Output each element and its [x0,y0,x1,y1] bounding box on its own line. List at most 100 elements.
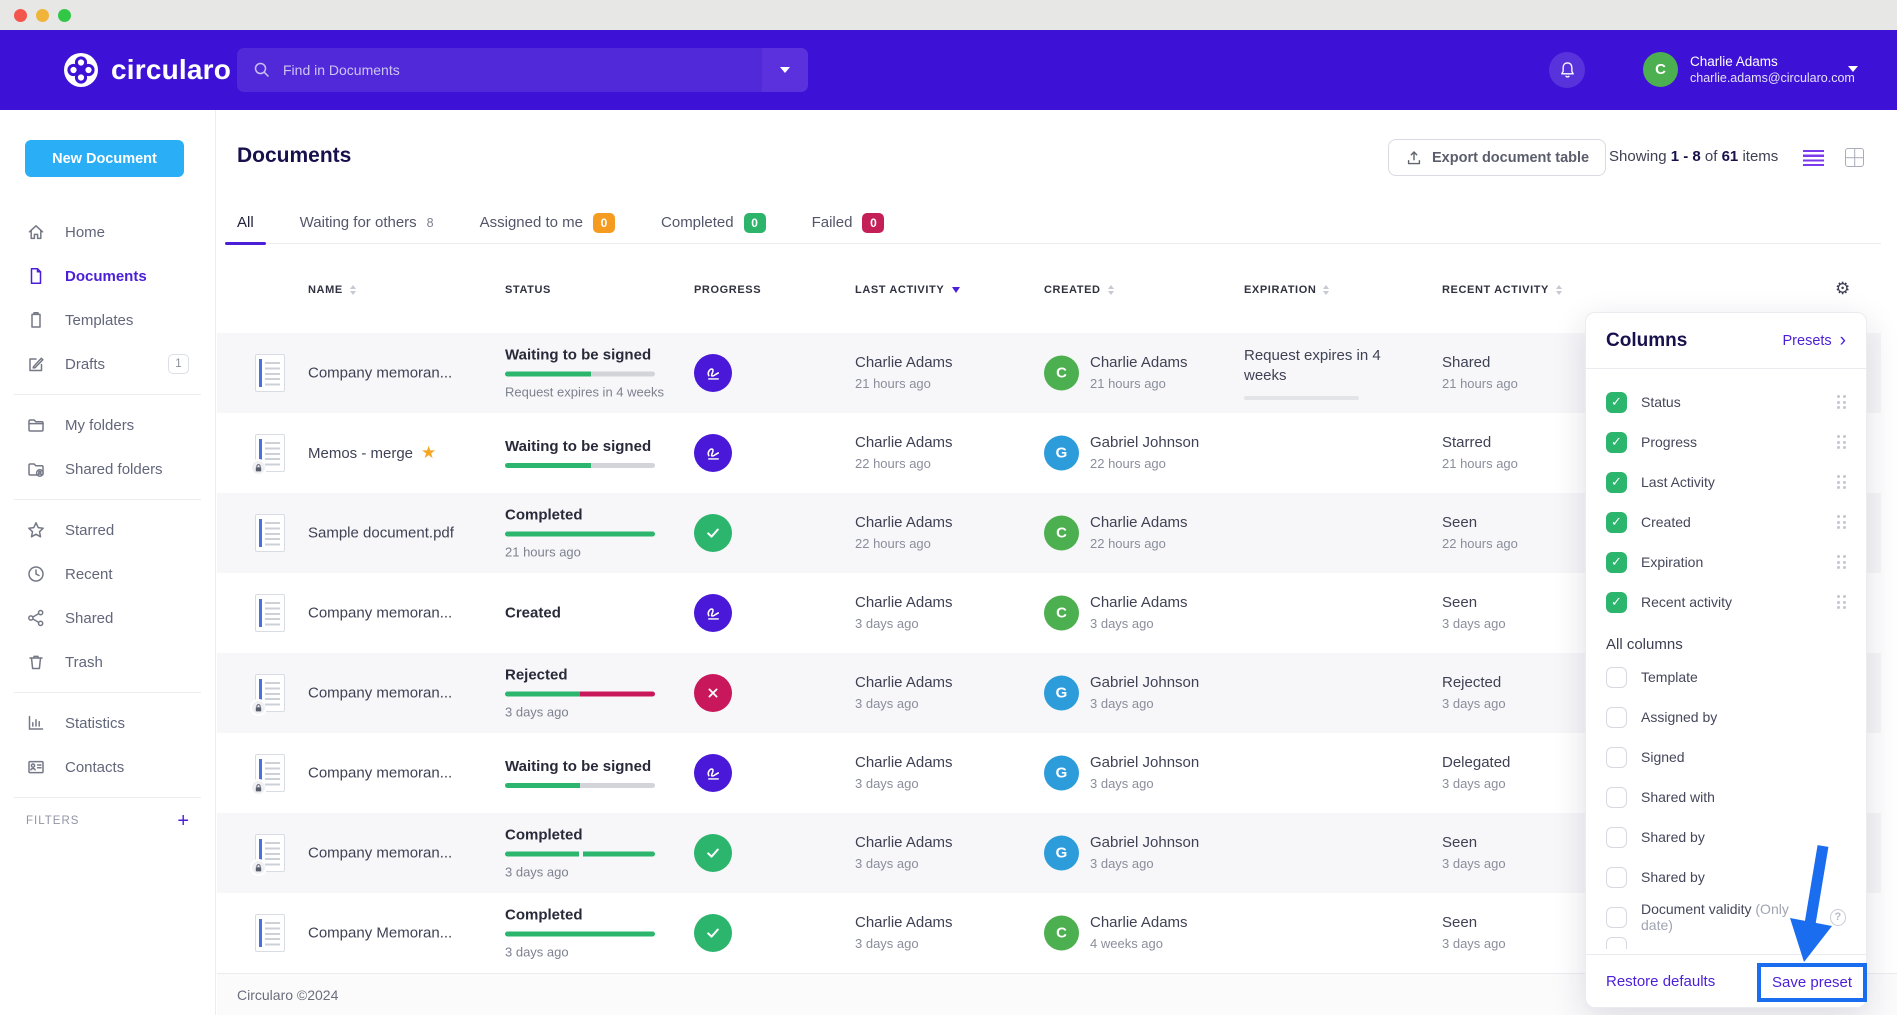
signature-icon [704,364,723,383]
checkbox-unchecked[interactable] [1606,867,1627,888]
progress-indicator[interactable] [694,914,732,952]
status-label: Waiting to be signed [505,758,675,775]
column-toggle-label: Signed [1641,749,1685,765]
starred-icon[interactable]: ★ [421,443,436,463]
notifications-button[interactable] [1549,52,1585,88]
sidebar-item-contacts[interactable]: Contacts [0,745,215,789]
sidebar-item-my-folders[interactable]: My folders [0,403,215,447]
sidebar-item-shared[interactable]: Shared [0,596,215,640]
drag-handle-icon[interactable] [1837,475,1847,489]
sidebar-item-shared-folders[interactable]: Shared folders [0,447,215,491]
progress-indicator[interactable] [694,834,732,872]
sidebar-item-label: Trash [65,654,103,671]
checkbox-checked[interactable]: ✓ [1606,472,1627,493]
tab-all[interactable]: All [237,202,254,243]
column-toggle-label: Recent activity [1641,594,1732,610]
minimize-window-button[interactable] [36,9,49,22]
column-header-expiration[interactable]: Expiration [1244,270,1329,310]
user-email: charlie.adams@circularo.com [1690,70,1855,86]
document-thumbnail [255,354,285,392]
status-cell: Completed3 days ago [505,827,675,880]
search-scope-dropdown[interactable] [762,48,808,92]
tab-waiting-for-others[interactable]: Waiting for others8 [300,202,434,243]
column-header-label: Name [308,284,343,296]
drag-handle-icon[interactable] [1837,595,1847,609]
checkbox-checked[interactable]: ✓ [1606,392,1627,413]
checkbox-unchecked[interactable] [1606,907,1627,928]
add-filter-button[interactable]: + [177,812,189,830]
progress-indicator[interactable] [694,434,732,472]
checkbox-unchecked[interactable] [1606,707,1627,728]
document-name-cell[interactable]: Memos - merge★ [308,443,498,463]
column-header-name[interactable]: Name [308,270,356,310]
column-settings-gear-icon[interactable]: ⚙ [1835,279,1850,299]
status-progress-bar [505,532,655,537]
sidebar-item-label: Documents [65,268,147,285]
document-name-cell[interactable]: Company memoran... [308,365,498,382]
restore-defaults-link[interactable]: Restore defaults [1606,973,1715,990]
drag-handle-icon[interactable] [1837,395,1847,409]
recent-activity-time: 21 hours ago [1442,455,1518,473]
status-progress-bar [505,372,655,377]
column-header-last-activity[interactable]: Last activity [855,270,960,310]
sidebar-item-recent[interactable]: Recent [0,552,215,596]
new-document-button[interactable]: New Document [25,140,184,177]
drag-handle-icon[interactable] [1837,555,1847,569]
close-window-button[interactable] [14,9,27,22]
presets-link[interactable]: Presets › [1783,333,1847,349]
progress-indicator[interactable] [694,674,732,712]
document-name-cell[interactable]: Company memoran... [308,605,498,622]
sidebar-item-home[interactable]: Home [0,210,215,254]
sidebar-item-documents[interactable]: Documents [0,254,215,298]
save-preset-button[interactable]: Save preset [1757,963,1867,1002]
sidebar-item-trash[interactable]: Trash [0,640,215,684]
document-name-cell[interactable]: Company Memoran... [308,925,498,942]
sidebar-item-drafts[interactable]: Drafts1 [0,342,215,386]
user-menu[interactable]: C Charlie Adams charlie.adams@circularo.… [1643,52,1855,87]
user-menu-chevron-icon[interactable] [1848,66,1858,72]
drag-handle-icon[interactable] [1837,435,1847,449]
document-name-cell[interactable]: Sample document.pdf [308,525,498,542]
document-name-cell[interactable]: Company memoran... [308,685,498,702]
search-input[interactable]: Find in Documents [237,48,808,92]
document-name-cell[interactable]: Company memoran... [308,845,498,862]
app-logo[interactable]: circularo [62,51,231,89]
tab-assigned-to-me[interactable]: Assigned to me0 [480,202,615,243]
last-activity-name: Charlie Adams [855,753,953,773]
tab-failed[interactable]: Failed0 [812,202,885,243]
sidebar-item-templates[interactable]: Templates [0,298,215,342]
list-view-toggle[interactable] [1803,150,1824,166]
checkbox-unchecked[interactable] [1606,667,1627,688]
last-activity-cell: Charlie Adams3 days ago [855,593,953,633]
checkbox-checked[interactable]: ✓ [1606,592,1627,613]
document-name-cell[interactable]: Company memoran... [308,765,498,782]
progress-indicator[interactable] [694,754,732,792]
progress-indicator[interactable] [694,514,732,552]
created-time: 22 hours ago [1090,455,1199,473]
column-header-created[interactable]: Created [1044,270,1114,310]
checkbox-checked[interactable]: ✓ [1606,432,1627,453]
created-time: 22 hours ago [1090,535,1188,553]
checkbox-unchecked[interactable] [1606,937,1627,949]
export-document-table-button[interactable]: Export document table [1388,139,1606,176]
progress-indicator[interactable] [694,594,732,632]
checkbox-unchecked[interactable] [1606,747,1627,768]
sidebar-item-starred[interactable]: Starred [0,508,215,552]
checkbox-checked[interactable]: ✓ [1606,552,1627,573]
progress-indicator[interactable] [694,354,732,392]
checkbox-unchecked[interactable] [1606,787,1627,808]
grid-view-toggle[interactable] [1845,148,1864,167]
drag-handle-icon[interactable] [1837,515,1847,529]
sidebar-item-label: Home [65,224,105,241]
tab-completed[interactable]: Completed0 [661,202,766,243]
column-header-recent-activity[interactable]: Recent activity [1442,270,1562,310]
clipboard-icon [26,310,46,330]
tab-label: Completed [661,214,734,231]
sidebar-item-statistics[interactable]: Statistics [0,701,215,745]
expiration-bar [1244,396,1359,400]
zoom-window-button[interactable] [58,9,71,22]
column-toggle-template: Template [1606,657,1846,697]
checkbox-unchecked[interactable] [1606,827,1627,848]
checkbox-checked[interactable]: ✓ [1606,512,1627,533]
help-icon[interactable]: ? [1830,909,1846,926]
